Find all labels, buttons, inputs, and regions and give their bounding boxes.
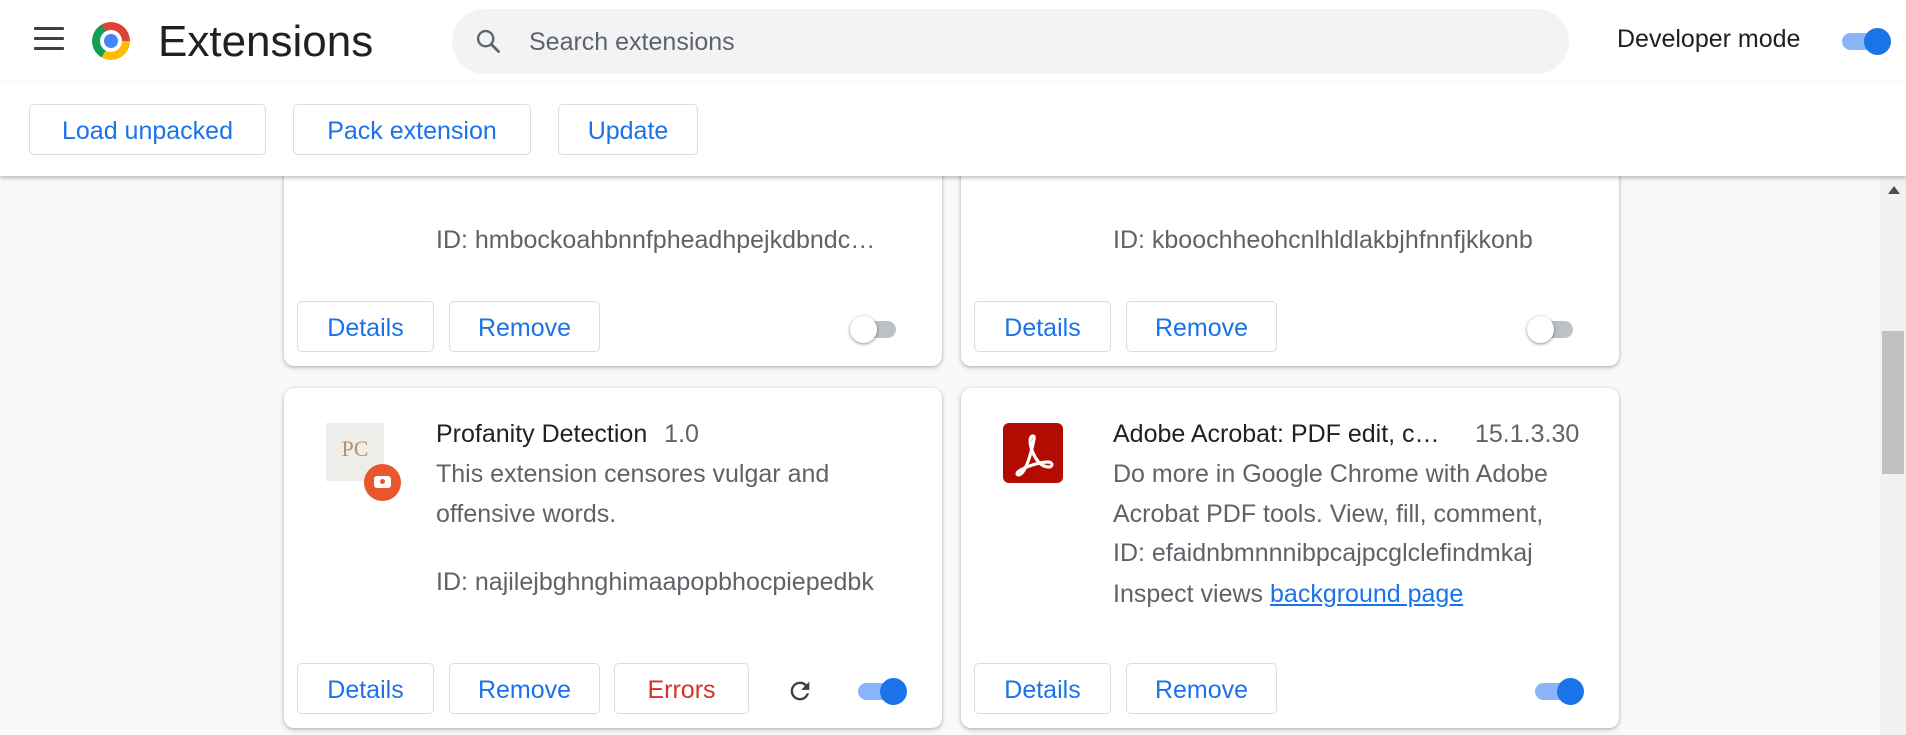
remove-button[interactable]: Remove <box>1126 663 1277 714</box>
extension-id: ID: kboochheohcnlhldlakbjhfnnfjkkonb <box>1113 226 1533 254</box>
extension-version: 1.0 <box>664 420 699 448</box>
top-bar: Extensions Developer mode <box>0 0 1906 82</box>
scrollbar[interactable] <box>1880 176 1906 735</box>
inspect-views: Inspect views background page <box>1113 574 1463 614</box>
extension-id: ID: hmbockoahbnnfpheadhpejkdbndc… <box>436 226 876 254</box>
details-button[interactable]: Details <box>974 301 1111 352</box>
extension-enable-toggle[interactable] <box>854 677 907 705</box>
extension-name: Adobe Acrobat: PDF edit, c… <box>1113 420 1440 448</box>
scrollbar-thumb[interactable] <box>1882 331 1904 474</box>
extension-enable-toggle[interactable] <box>1527 315 1577 343</box>
extension-id: ID: efaidnbmnnnibpcajpcglclefindmkaj <box>1113 539 1533 567</box>
inspect-views-label: Inspect views <box>1113 580 1264 608</box>
extension-name: Profanity Detection 1.0 <box>436 420 699 448</box>
search-input[interactable] <box>527 9 1531 76</box>
errors-button[interactable]: Errors <box>614 663 749 714</box>
extension-enable-toggle[interactable] <box>1531 677 1584 705</box>
scroll-up-icon[interactable] <box>1888 186 1900 194</box>
developer-mode-toggle[interactable] <box>1838 27 1891 55</box>
extension-version: 15.1.3.30 <box>1475 420 1580 448</box>
extension-card: PC Profanity Detection 1.0 This extensio… <box>284 388 942 728</box>
update-button[interactable]: Update <box>558 104 698 155</box>
menu-icon[interactable] <box>34 27 64 51</box>
remove-button[interactable]: Remove <box>449 663 600 714</box>
extension-description: Do more in Google Chrome with Adobe <box>1113 460 1548 488</box>
extension-description: This extension censores vulgar and <box>436 460 830 488</box>
details-button[interactable]: Details <box>974 663 1111 714</box>
search-icon <box>476 29 500 53</box>
page-title: Extensions <box>158 17 374 66</box>
search-box[interactable] <box>452 9 1569 76</box>
details-button[interactable]: Details <box>297 663 434 714</box>
details-button[interactable]: Details <box>297 301 434 352</box>
developer-mode-label: Developer mode <box>1617 25 1801 53</box>
extension-description: offensive words. <box>436 500 617 528</box>
chrome-logo-icon <box>92 22 130 60</box>
extension-enable-toggle[interactable] <box>850 315 900 343</box>
extension-card: Adobe Acrobat: PDF edit, c… 15.1.3.30 Do… <box>961 388 1619 728</box>
adobe-acrobat-icon <box>1003 423 1063 483</box>
extension-description: Acrobat PDF tools. View, fill, comment, <box>1113 500 1544 528</box>
pack-extension-button[interactable]: Pack extension <box>293 104 531 155</box>
background-page-link[interactable]: background page <box>1270 580 1463 608</box>
remove-button[interactable]: Remove <box>1126 301 1277 352</box>
developer-toolbar: Load unpacked Pack extension Update <box>0 82 1906 176</box>
remove-button[interactable]: Remove <box>449 301 600 352</box>
reload-icon[interactable] <box>786 677 814 705</box>
developer-badge-icon <box>364 464 401 501</box>
load-unpacked-button[interactable]: Load unpacked <box>29 104 266 155</box>
extension-id: ID: najilejbghnghimaapopbhocpiepedbk <box>436 568 874 596</box>
